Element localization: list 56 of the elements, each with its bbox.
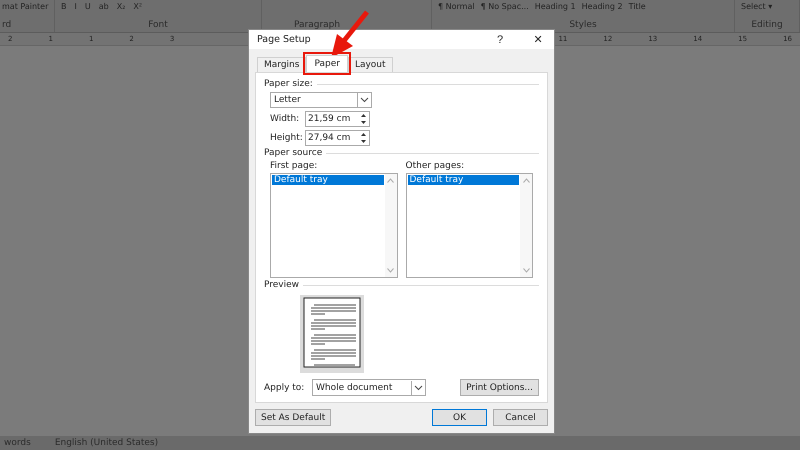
section-heading: Preview xyxy=(264,280,300,290)
spinner-arrows-icon xyxy=(360,113,366,125)
scroll-down-icon[interactable] xyxy=(522,268,530,273)
section-heading: Paper source xyxy=(264,148,322,158)
ribbon-item[interactable]: Select ▾ xyxy=(741,2,772,11)
ribbon-item[interactable]: ab xyxy=(98,2,109,11)
height-field[interactable]: 27,94 cm xyxy=(305,130,370,146)
section-heading: Paper size: xyxy=(264,79,313,89)
help-button[interactable]: ? xyxy=(484,34,516,46)
tab[interactable]: Paper xyxy=(306,55,348,72)
tab[interactable]: Layout xyxy=(348,57,393,72)
status-text: English (United States) xyxy=(54,438,158,448)
scroll-down-icon[interactable] xyxy=(387,268,394,273)
tray-list[interactable]: Default tray xyxy=(406,173,533,278)
tab[interactable]: Margins xyxy=(257,57,306,72)
ribbon-item[interactable]: X² xyxy=(133,2,142,11)
tray-list[interactable]: Default tray xyxy=(270,173,398,278)
scrollbar[interactable] xyxy=(520,174,532,277)
print-options-button[interactable]: Print Options... xyxy=(460,379,539,396)
ribbon-item[interactable]: B xyxy=(61,2,66,11)
field-label: Height: xyxy=(270,133,304,143)
window-title: Page Setup xyxy=(257,34,312,45)
group-label: Paragraph xyxy=(293,20,342,30)
group-label: Font xyxy=(147,20,169,30)
ribbon-item[interactable]: I xyxy=(74,2,77,11)
close-button[interactable]: ✕ xyxy=(522,33,554,46)
ribbon-item[interactable]: U xyxy=(84,2,91,11)
scroll-up-icon[interactable] xyxy=(387,178,394,183)
list-item[interactable]: Default tray xyxy=(272,175,384,185)
group-label: rd xyxy=(2,20,12,30)
scroll-up-icon[interactable] xyxy=(522,178,530,183)
group-label: Styles xyxy=(568,20,598,30)
ribbon-item[interactable]: ¶ Normal xyxy=(438,2,475,11)
list-item[interactable]: Default tray xyxy=(408,175,519,185)
ribbon-item[interactable]: Heading 2 xyxy=(582,2,623,11)
width-field[interactable]: 21,59 cm xyxy=(305,111,370,127)
paper-size-dropdown[interactable]: Letter xyxy=(270,92,372,108)
cancel-button[interactable]: Cancel xyxy=(493,409,548,426)
list-label: Other pages: xyxy=(406,161,466,171)
ok-button[interactable]: OK xyxy=(432,409,487,426)
scrollbar[interactable] xyxy=(384,174,396,277)
chevron-down-icon xyxy=(360,97,369,103)
ribbon-item[interactable]: ¶ No Spac... xyxy=(480,2,529,11)
group-label: Editing xyxy=(750,20,784,30)
status-text: words xyxy=(4,438,31,448)
ribbon-item[interactable]: mat Painter xyxy=(2,2,48,11)
list-label: First page: xyxy=(270,161,318,171)
field-label: Width: xyxy=(270,114,300,124)
chevron-down-icon xyxy=(414,384,423,390)
spinner-arrows-icon xyxy=(360,132,366,144)
field-label: Apply to: xyxy=(264,382,306,392)
set-as-default-button[interactable]: Set As Default xyxy=(255,409,332,426)
apply-to-dropdown[interactable]: Whole document xyxy=(312,379,426,396)
ribbon-item[interactable]: Heading 1 xyxy=(534,2,576,11)
ribbon-item[interactable]: Title xyxy=(628,2,646,11)
ribbon-item[interactable]: X₂ xyxy=(116,2,126,11)
